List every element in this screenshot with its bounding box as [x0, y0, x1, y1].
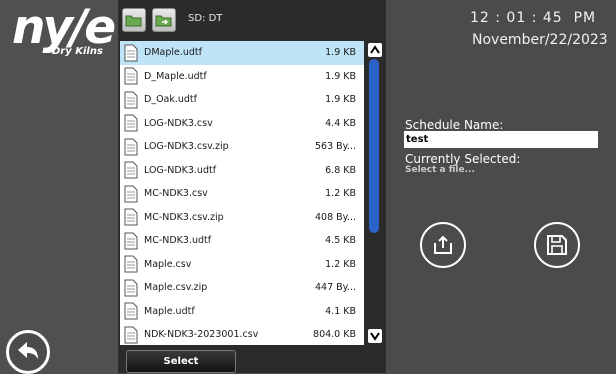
- file-size: 4.4 KB: [325, 117, 356, 129]
- schedule-name-input[interactable]: test: [404, 131, 598, 148]
- file-row[interactable]: D_Oak.udtf 1.9 KB: [120, 88, 364, 112]
- file-name: NDK-NDK3-2023001.csv: [144, 329, 259, 341]
- nyle-logo: ny/e: [12, 0, 116, 55]
- file-icon: [124, 161, 138, 179]
- path-label: SD: DT: [188, 13, 223, 24]
- folder-open-button[interactable]: [122, 8, 146, 32]
- file-icon: [124, 302, 138, 320]
- file-size: 408 By...: [315, 211, 356, 223]
- file-size: 1.9 KB: [325, 70, 356, 82]
- file-row[interactable]: LOG-NDK3.csv.zip 563 By...: [120, 135, 364, 159]
- file-name: MC-NDK3.csv: [144, 188, 208, 200]
- scroll-up-icon[interactable]: [368, 43, 382, 57]
- file-name: Maple.udtf: [144, 305, 195, 317]
- file-name: Maple.csv: [144, 258, 192, 270]
- file-row[interactable]: LOG-NDK3.udtf 6.8 KB: [120, 159, 364, 183]
- file-name: LOG-NDK3.csv: [144, 117, 213, 129]
- file-row[interactable]: Maple.csv.zip 447 By...: [120, 276, 364, 300]
- file-row[interactable]: DMaple.udtf 1.9 KB: [120, 41, 364, 65]
- file-name: MC-NDK3.udtf: [144, 235, 212, 247]
- file-size: 4.5 KB: [325, 235, 356, 247]
- file-size: 563 By...: [315, 141, 356, 153]
- file-row[interactable]: Maple.csv 1.2 KB: [120, 253, 364, 277]
- file-name: D_Oak.udtf: [144, 94, 198, 106]
- file-row[interactable]: Maple.udtf 4.1 KB: [120, 300, 364, 324]
- file-name: LOG-NDK3.udtf: [144, 164, 217, 176]
- file-row[interactable]: MC-NDK3.udtf 4.5 KB: [120, 229, 364, 253]
- file-name: Maple.csv.zip: [144, 282, 208, 294]
- file-list[interactable]: DMaple.udtf 1.9 KB D_Maple.udtf 1.9 KB D_Oak…: [120, 41, 364, 345]
- back-button[interactable]: [6, 330, 50, 374]
- file-size: 6.8 KB: [325, 164, 356, 176]
- scroll-thumb[interactable]: [369, 59, 379, 233]
- file-size: 447 By...: [315, 282, 356, 294]
- clock-time: 12 : 01 : 45 PM: [470, 10, 597, 26]
- file-row[interactable]: D_Maple.udtf 1.9 KB: [120, 65, 364, 89]
- file-toolbar: SD: DT: [118, 0, 386, 40]
- file-name: MC-NDK3.csv.zip: [144, 211, 224, 223]
- file-icon: [124, 114, 138, 132]
- select-button[interactable]: Select: [126, 350, 236, 373]
- file-size: 804.0 KB: [313, 329, 356, 341]
- file-icon: [124, 279, 138, 297]
- file-icon: [124, 138, 138, 156]
- folder-forward-icon: [155, 15, 172, 27]
- export-icon: [434, 235, 452, 254]
- currently-selected-value: Select a file...: [405, 165, 475, 175]
- file-row[interactable]: MC-NDK3.csv.zip 408 By...: [120, 206, 364, 230]
- file-row[interactable]: MC-NDK3.csv 1.2 KB: [120, 182, 364, 206]
- file-size: 1.2 KB: [325, 188, 356, 200]
- file-icon: [124, 326, 138, 344]
- file-icon: [124, 44, 138, 62]
- file-size: 1.9 KB: [325, 47, 356, 59]
- file-name: LOG-NDK3.csv.zip: [144, 141, 229, 153]
- save-icon: [547, 235, 567, 255]
- folder-forward-button[interactable]: [152, 8, 176, 32]
- export-button[interactable]: [420, 222, 466, 268]
- file-icon: [124, 255, 138, 273]
- scrollbar[interactable]: [366, 41, 384, 345]
- schedule-name-label: Schedule Name:: [405, 118, 504, 132]
- save-button[interactable]: [534, 222, 580, 268]
- file-size: 1.9 KB: [325, 94, 356, 106]
- clock-date: November/22/2023: [472, 32, 608, 48]
- file-size: 1.2 KB: [325, 258, 356, 270]
- file-icon: [124, 91, 138, 109]
- file-icon: [124, 67, 138, 85]
- folder-open-icon: [125, 15, 142, 27]
- file-name: DMaple.udtf: [144, 47, 202, 59]
- back-arrow-icon: [18, 342, 38, 359]
- logo-subtitle: Dry Kilns: [52, 46, 103, 57]
- scroll-down-icon[interactable]: [368, 329, 382, 343]
- file-row[interactable]: LOG-NDK3.csv 4.4 KB: [120, 112, 364, 136]
- file-size: 4.1 KB: [325, 305, 356, 317]
- schedule-panel: 12 : 01 : 45 PM November/22/2023 Schedul…: [386, 0, 616, 373]
- file-name: D_Maple.udtf: [144, 70, 207, 82]
- file-row[interactable]: NDK-NDK3-2023001.csv 804.0 KB: [120, 323, 364, 345]
- left-rail: ny/e Dry Kilns: [0, 0, 118, 374]
- file-browser: SD: DT DMaple.udtf 1.9 KB D_Maple.udtf 1.9 …: [118, 0, 386, 373]
- file-icon: [124, 232, 138, 250]
- file-icon: [124, 185, 138, 203]
- file-icon: [124, 208, 138, 226]
- currently-selected-label: Currently Selected:: [405, 152, 521, 166]
